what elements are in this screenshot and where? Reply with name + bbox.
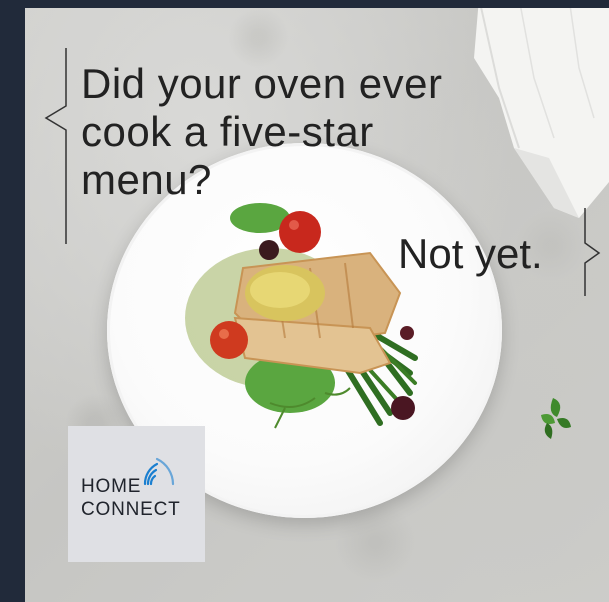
left-brace-decoration [44, 48, 67, 244]
page-frame: Did your oven ever cook a five-star menu… [0, 0, 609, 602]
wifi-signal-icon [143, 457, 175, 486]
headline-text: Did your oven ever cook a five-star menu… [81, 60, 443, 204]
tagline-text: Not yet. [398, 230, 543, 277]
headline-line-2: cook a five-star [81, 108, 374, 155]
basil-leaf-image [541, 398, 571, 439]
headline-line-3: menu? [81, 156, 212, 203]
fish-dish-image [185, 203, 418, 429]
logo-line-home: Home [81, 476, 142, 497]
logo-line-connect: connect [81, 499, 181, 520]
advertisement-banner[interactable]: Did your oven ever cook a five-star menu… [25, 8, 609, 602]
home-connect-logo[interactable]: Home connect [68, 426, 205, 562]
headline-line-1: Did your oven ever [81, 60, 443, 107]
right-brace-decoration [584, 208, 601, 296]
napkin-image [474, 8, 609, 218]
